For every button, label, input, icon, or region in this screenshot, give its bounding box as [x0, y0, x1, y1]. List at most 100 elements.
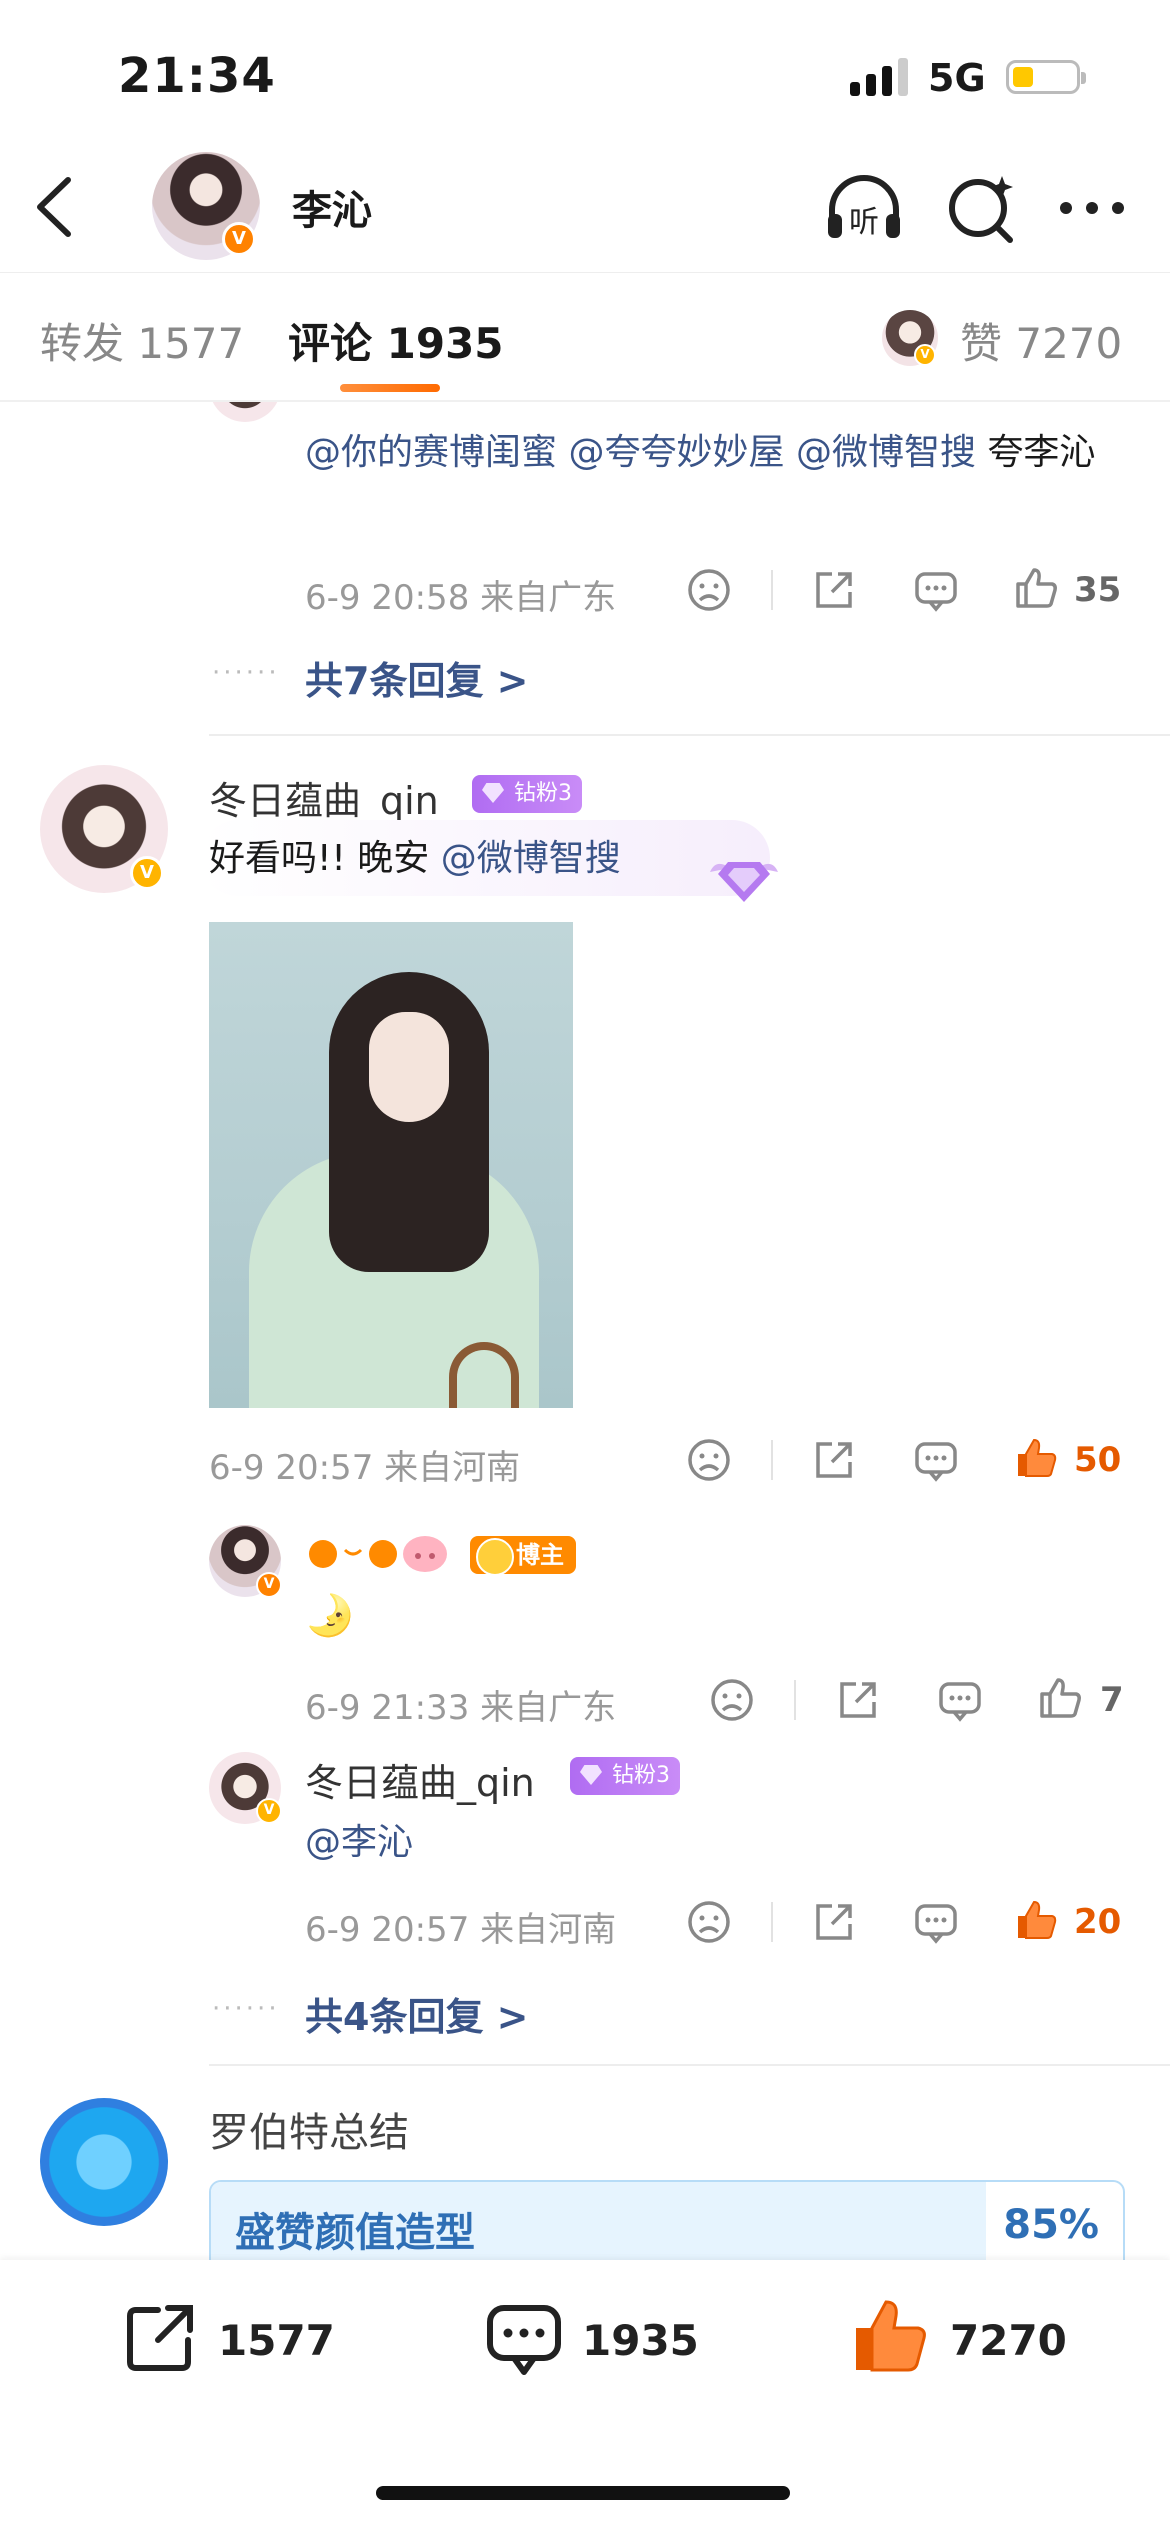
like-button[interactable] — [1036, 1674, 1084, 1722]
share-icon — [840, 1682, 876, 1718]
blogger-badge: 博主 — [470, 1536, 576, 1576]
chevron-left-icon — [37, 177, 71, 237]
divider — [0, 400, 1170, 402]
verified-badge-icon: V — [256, 1798, 282, 1824]
like-count: 7270 — [950, 2316, 1067, 2365]
reply-text: @李沁 — [305, 1812, 413, 1874]
sad-face-icon — [688, 569, 730, 611]
mention-link[interactable]: @微博智搜 — [796, 432, 976, 473]
network-type: 5G — [928, 56, 986, 100]
repost-count: 1577 — [218, 2316, 335, 2365]
robot-avatar[interactable] — [40, 2098, 168, 2226]
fan-level-badge: 钻粉3 — [472, 775, 582, 813]
status-time: 21:34 — [118, 48, 276, 104]
repost-button[interactable] — [122, 2300, 198, 2376]
svg-text:听: 听 — [849, 205, 879, 240]
comment-count: 1935 — [582, 2316, 699, 2365]
search-button[interactable] — [940, 166, 1024, 250]
divider — [209, 2064, 1170, 2066]
mention-link[interactable]: @夸夸妙妙屋 — [568, 432, 784, 473]
thumbs-up-icon — [1040, 1678, 1081, 1718]
home-indicator — [376, 2486, 790, 2500]
reply-button[interactable] — [912, 1898, 960, 1946]
listen-button[interactable]: 听 — [822, 166, 906, 250]
verified-badge-icon: V — [256, 1572, 282, 1598]
page-title: 李沁 — [292, 188, 372, 234]
dislike-button[interactable] — [685, 1898, 733, 1946]
divider — [794, 1680, 796, 1720]
comment-bubble-icon — [915, 1904, 957, 1944]
thumbs-up-filled-icon — [856, 2300, 926, 2372]
tab-repost[interactable]: 转发 1577 — [40, 310, 244, 371]
like-count: 35 — [1074, 570, 1122, 610]
dislike-button[interactable] — [708, 1676, 756, 1724]
like-count: 7 — [1100, 1680, 1124, 1720]
thumbs-up-filled-icon — [1018, 1438, 1057, 1477]
share-button[interactable] — [810, 1898, 858, 1946]
reply-button[interactable] — [936, 1676, 984, 1724]
mention-link[interactable]: @李沁 — [305, 1822, 413, 1863]
tab-comment[interactable]: 评论 1935 — [288, 310, 504, 371]
headphones-icon: 听 — [828, 175, 900, 240]
share-icon — [816, 572, 852, 608]
verified-badge-icon: V — [914, 344, 936, 366]
summary-label: 盛赞颜值造型 — [235, 2210, 475, 2256]
share-button[interactable] — [834, 1676, 882, 1724]
like-count: 20 — [1074, 1902, 1122, 1942]
comment-meta: 6-9 20:58 来自广东 — [305, 578, 617, 618]
divider — [771, 1440, 773, 1480]
like-button[interactable] — [850, 2296, 930, 2376]
divider — [771, 570, 773, 610]
tab-like[interactable]: 赞 7270 — [960, 310, 1122, 371]
reply-meta: 6-9 21:33 来自广东 — [305, 1688, 617, 1728]
cellular-signal-icon — [850, 56, 914, 96]
thumbs-up-filled-icon — [1018, 1900, 1057, 1939]
more-replies-dots: ······ — [212, 1994, 280, 2024]
replier-name-emoji[interactable] — [305, 1532, 455, 1576]
mention-link[interactable]: @微博智搜 — [441, 838, 621, 879]
more-replies-link[interactable]: 共4条回复 > — [305, 1986, 529, 2041]
sad-face-icon — [688, 1439, 730, 1481]
comment-bubble-icon — [915, 572, 957, 612]
comment-text: @你的赛博闺蜜 @夸夸妙妙屋 @微博智搜 夸李沁 — [305, 432, 1096, 473]
more-replies-link[interactable]: 共7条回复 > — [305, 650, 529, 705]
mention-link[interactable]: @你的赛博闺蜜 — [305, 432, 557, 473]
like-button[interactable] — [1012, 1896, 1060, 1944]
comment-meta: 6-9 20:57 来自河南 — [209, 1448, 521, 1488]
divider — [209, 734, 1170, 736]
reply-button[interactable] — [912, 566, 960, 614]
summary-percent: 85% — [1003, 2202, 1099, 2248]
like-button[interactable] — [1012, 1434, 1060, 1482]
comment-image[interactable] — [209, 922, 573, 1408]
summary-title: 罗伯特总结 — [209, 2110, 409, 2156]
comment-bubble-icon — [939, 1682, 981, 1722]
diamond-fan-icon — [706, 848, 782, 908]
battery-icon — [1006, 60, 1086, 94]
active-tab-indicator — [340, 384, 440, 392]
more-button[interactable] — [1050, 166, 1134, 250]
sad-face-icon — [688, 1901, 730, 1943]
reply-button[interactable] — [912, 1436, 960, 1484]
share-button[interactable] — [810, 566, 858, 614]
fan-level-badge: 钻粉3 — [570, 1757, 680, 1795]
verified-badge-icon: V — [130, 856, 164, 890]
divider — [0, 272, 1170, 273]
share-icon — [816, 1904, 852, 1940]
back-button[interactable] — [30, 172, 80, 242]
dislike-button[interactable] — [685, 566, 733, 614]
share-button[interactable] — [810, 1436, 858, 1484]
replier-name[interactable]: 冬日蕴曲_qin — [305, 1752, 535, 1807]
more-dots-icon — [1060, 202, 1124, 214]
sad-face-icon — [711, 1679, 753, 1721]
dislike-button[interactable] — [685, 1436, 733, 1484]
comment-button[interactable] — [484, 2300, 564, 2380]
comment-bubble-icon — [487, 2305, 561, 2375]
repost-icon — [127, 2305, 193, 2371]
like-button[interactable] — [1012, 564, 1060, 612]
reply-emoji: 🌛 — [305, 1593, 355, 1639]
more-replies-dots: ······ — [212, 658, 280, 688]
commenter-name[interactable]: 冬日蕴曲_qin — [209, 770, 439, 825]
comment-text: 好看吗!! 晚安 @微博智搜 — [209, 838, 621, 879]
like-count: 50 — [1074, 1440, 1122, 1480]
thumbs-up-icon — [1016, 568, 1057, 608]
